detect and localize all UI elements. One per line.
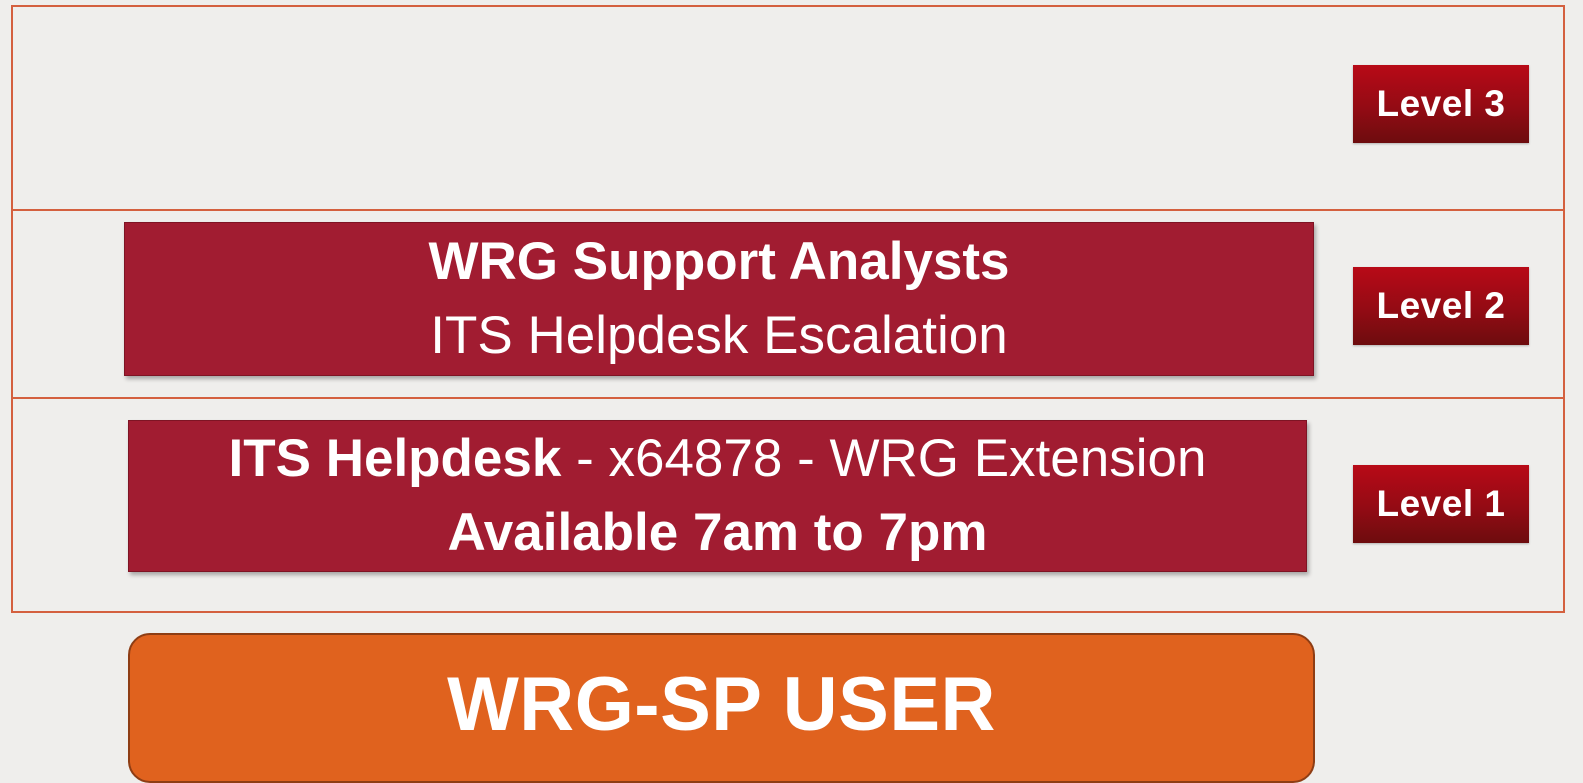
level-3-tier	[11, 5, 1565, 211]
helpdesk-card-heading: ITS Helpdesk - x64878 - WRG Extension	[229, 422, 1207, 496]
its-helpdesk-card: ITS Helpdesk - x64878 - WRG Extension Av…	[128, 420, 1307, 572]
helpdesk-availability: Available 7am to 7pm	[447, 503, 988, 562]
level-1-badge: Level 1	[1353, 465, 1529, 543]
support-card-title: WRG Support Analysts	[428, 232, 1010, 291]
level-3-badge: Level 3	[1353, 65, 1529, 143]
helpdesk-name: ITS Helpdesk	[228, 429, 562, 488]
wrg-sp-user-box: WRG-SP USER	[128, 633, 1315, 783]
level-2-badge: Level 2	[1353, 267, 1529, 345]
user-label: WRG-SP USER	[447, 662, 996, 747]
wrg-support-analysts-card: WRG Support Analysts ITS Helpdesk Escala…	[124, 222, 1314, 376]
helpdesk-details: - x64878 - WRG Extension	[561, 429, 1207, 488]
support-card-subtitle: ITS Helpdesk Escalation	[430, 306, 1008, 365]
